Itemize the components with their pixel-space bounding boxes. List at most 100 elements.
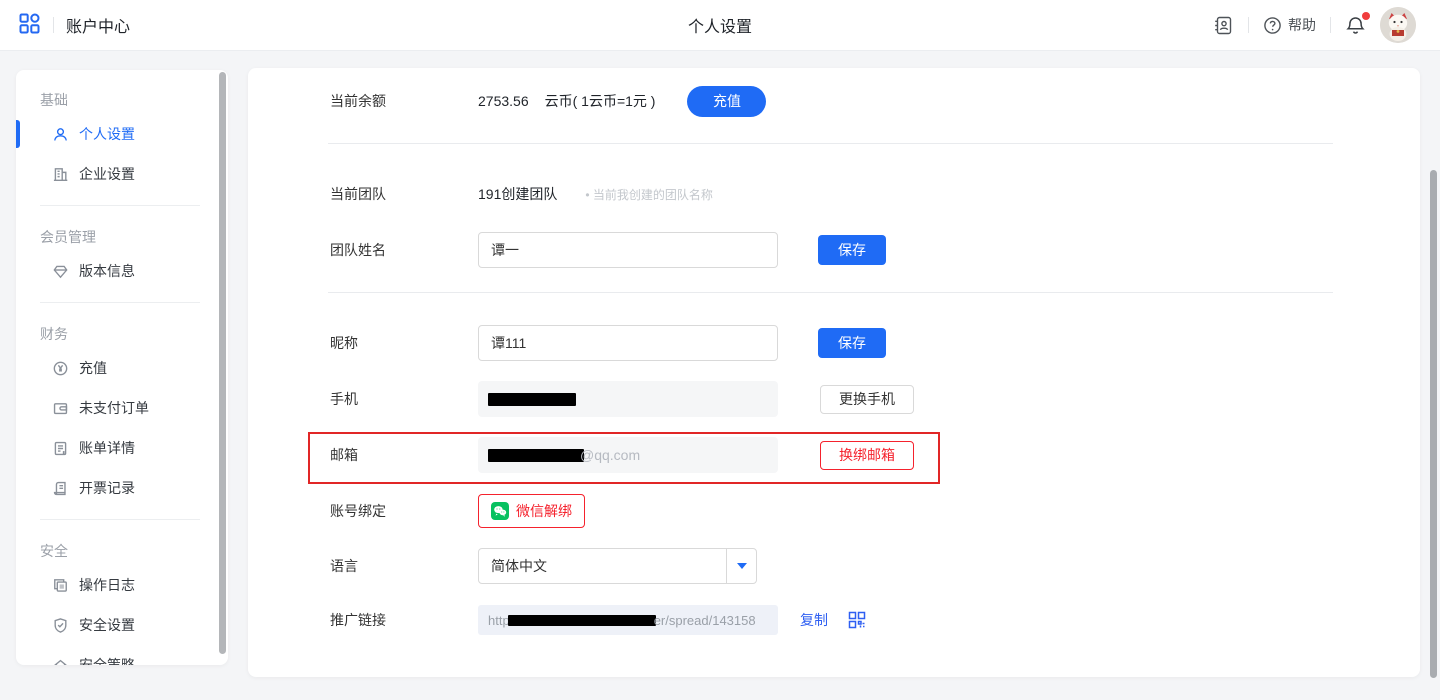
current-team-label: 当前团队	[330, 184, 478, 204]
sidebar-item-label: 安全策略	[79, 655, 135, 665]
change-phone-button[interactable]: 更换手机	[820, 385, 914, 414]
sidebar-divider	[40, 302, 200, 303]
sidebar-item-label: 个人设置	[79, 124, 135, 144]
header-divider	[1248, 17, 1249, 33]
balance-value: 2753.56	[478, 93, 529, 109]
sidebar-item-label: 操作日志	[79, 575, 135, 595]
current-team-hint: • 当前我创建的团队名称	[585, 186, 713, 203]
apps-grid-icon[interactable]	[18, 12, 41, 38]
email-field: @qq.com	[478, 437, 778, 473]
contact-book-icon[interactable]	[1213, 15, 1234, 36]
sidebar-section-membership: 会员管理	[40, 227, 228, 247]
sidebar-section-finance: 财务	[40, 324, 228, 344]
sidebar-item-security-settings[interactable]: 安全设置	[16, 605, 228, 645]
promo-url-suffix: er/spread/143158	[654, 613, 756, 628]
sidebar-item-unpaid-orders[interactable]: 未支付订单	[16, 388, 228, 428]
notification-dot	[1362, 12, 1370, 20]
sidebar-item-security-policy[interactable]: 安全策略	[16, 645, 228, 665]
help-label: 帮助	[1288, 15, 1316, 35]
phone-field	[478, 381, 778, 417]
sidebar-item-enterprise-settings[interactable]: 企业设置	[16, 154, 228, 194]
redacted-email-value	[488, 449, 584, 462]
shield-icon	[52, 617, 69, 634]
sidebar-item-billing-details[interactable]: 账单详情	[16, 428, 228, 468]
avatar[interactable]	[1380, 7, 1416, 43]
team-name-row: 团队姓名 保存	[330, 232, 1420, 268]
promo-link-label: 推广链接	[330, 610, 478, 630]
log-icon	[52, 577, 69, 594]
balance-row: 当前余额 2753.56 云币( 1云币=1元 ) 充值	[330, 83, 1420, 119]
phone-row: 手机 更换手机	[330, 381, 1420, 417]
wallet-icon	[52, 400, 69, 417]
nickname-input[interactable]	[478, 325, 778, 361]
language-row: 语言 简体中文	[330, 548, 1420, 584]
header-divider	[53, 17, 54, 33]
nickname-save-button[interactable]: 保存	[818, 328, 886, 358]
team-name-save-button[interactable]: 保存	[818, 235, 886, 265]
help-button[interactable]: 帮助	[1263, 15, 1316, 35]
email-suffix: @qq.com	[580, 447, 640, 463]
section-divider	[328, 143, 1333, 144]
sidebar-item-label: 开票记录	[79, 478, 135, 498]
team-name-label: 团队姓名	[330, 240, 478, 260]
nickname-label: 昵称	[330, 333, 478, 353]
sidebar-item-invoice-records[interactable]: 开票记录	[16, 468, 228, 508]
current-team-row: 当前团队 191创建团队 • 当前我创建的团队名称	[330, 176, 1420, 212]
balance-label: 当前余额	[330, 91, 478, 111]
wechat-icon	[491, 502, 509, 520]
section-divider	[328, 292, 1333, 293]
language-select[interactable]: 简体中文	[478, 548, 757, 584]
qr-code-icon[interactable]	[848, 611, 866, 629]
policy-icon	[52, 657, 69, 666]
phone-label: 手机	[330, 389, 478, 409]
promo-link-field: http er/spread/143158	[478, 605, 778, 635]
sidebar-section-basic: 基础	[40, 90, 228, 110]
copy-link[interactable]: 复制	[800, 610, 828, 630]
email-row: 邮箱 @qq.com 换绑邮箱	[330, 437, 1420, 473]
team-name-input[interactable]	[478, 232, 778, 268]
sidebar-item-label: 版本信息	[79, 261, 135, 281]
diamond-icon	[52, 263, 69, 280]
bell-icon[interactable]	[1345, 15, 1366, 36]
chevron-down-icon	[726, 549, 756, 583]
invoice-icon	[52, 480, 69, 497]
app-title: 账户中心	[66, 13, 130, 37]
current-team-value: 191创建团队	[478, 184, 557, 204]
account-center-page: 账户中心 个人设置 帮助	[0, 0, 1440, 700]
sidebar-item-personal-settings[interactable]: 个人设置	[16, 114, 228, 154]
balance-unit: 云币( 1云币=1元 )	[545, 91, 656, 111]
email-label: 邮箱	[330, 445, 478, 465]
sidebar-divider	[40, 205, 200, 206]
account-binding-row: 账号绑定 微信解绑	[330, 493, 1420, 529]
wechat-unbind-label: 微信解绑	[516, 501, 572, 521]
nickname-row: 昵称 保存	[330, 325, 1420, 361]
promo-link-row: 推广链接 http er/spread/143158 复制	[330, 602, 1420, 638]
redacted-phone-value	[488, 393, 576, 406]
redacted-promo-url	[508, 615, 656, 626]
sidebar-item-label: 充值	[79, 358, 107, 378]
wechat-unbind-button[interactable]: 微信解绑	[478, 494, 585, 528]
recharge-button[interactable]: 充值	[687, 86, 766, 117]
bill-icon	[52, 440, 69, 457]
sidebar-divider	[40, 519, 200, 520]
coin-icon	[52, 360, 69, 377]
settings-panel: 当前余额 2753.56 云币( 1云币=1元 ) 充值 当前团队 191创建团…	[248, 68, 1420, 677]
building-icon	[52, 166, 69, 183]
account-binding-label: 账号绑定	[330, 501, 478, 521]
sidebar-item-label: 未支付订单	[79, 398, 149, 418]
rebind-email-button[interactable]: 换绑邮箱	[820, 441, 914, 470]
language-label: 语言	[330, 556, 478, 576]
user-icon	[52, 126, 69, 143]
sidebar-item-recharge[interactable]: 充值	[16, 348, 228, 388]
sidebar: 基础 个人设置 企业设置 会员管理	[16, 70, 228, 665]
page-scrollbar[interactable]	[1430, 170, 1437, 678]
sidebar-item-operation-logs[interactable]: 操作日志	[16, 565, 228, 605]
sidebar-scrollbar[interactable]	[219, 72, 226, 654]
promo-url-prefix: http	[488, 613, 510, 628]
sidebar-item-label: 企业设置	[79, 164, 135, 184]
header-divider	[1330, 17, 1331, 33]
sidebar-item-label: 安全设置	[79, 615, 135, 635]
sidebar-item-version-info[interactable]: 版本信息	[16, 251, 228, 291]
sidebar-item-label: 账单详情	[79, 438, 135, 458]
sidebar-section-security: 安全	[40, 541, 228, 561]
